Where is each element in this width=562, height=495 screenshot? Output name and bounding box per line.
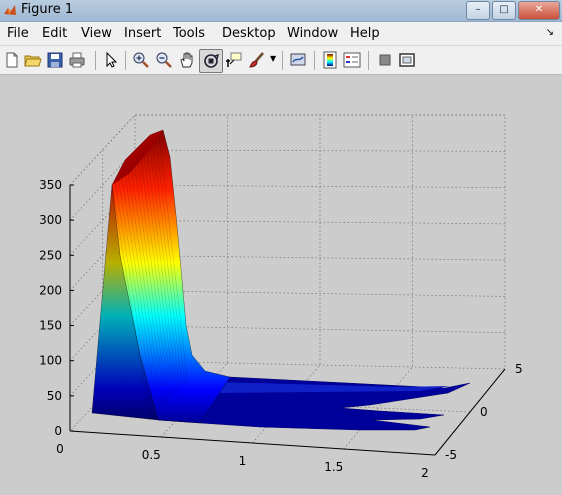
toolbar-separator bbox=[95, 51, 96, 70]
zoom-out-icon[interactable] bbox=[155, 51, 173, 69]
title-bar: Figure 1 – □ ✕ bbox=[0, 0, 562, 22]
insert-legend-icon[interactable] bbox=[343, 51, 361, 69]
minimize-button[interactable]: – bbox=[466, 1, 490, 20]
new-figure-icon[interactable] bbox=[3, 51, 21, 69]
maximize-button[interactable]: □ bbox=[492, 1, 516, 20]
y-tick-label: -5 bbox=[445, 448, 457, 462]
show-plot-tools-icon[interactable] bbox=[398, 51, 416, 69]
edit-plot-arrow-icon[interactable] bbox=[102, 51, 120, 69]
window-title: Figure 1 bbox=[21, 2, 74, 17]
x-tick-label: 0 bbox=[56, 442, 64, 456]
print-figure-icon[interactable] bbox=[68, 51, 86, 69]
menu-view[interactable]: View bbox=[81, 26, 112, 41]
menu-insert[interactable]: Insert bbox=[124, 26, 161, 41]
x-tick-label: 2 bbox=[421, 466, 429, 480]
window-controls: – □ ✕ bbox=[466, 1, 560, 20]
menu-help[interactable]: Help bbox=[350, 26, 380, 41]
matlab-logo-icon bbox=[4, 5, 16, 15]
rotate-3d-icon bbox=[204, 53, 219, 68]
z-tick-label: 350 bbox=[39, 178, 62, 192]
z-tick-label: 250 bbox=[39, 248, 62, 262]
z-tick-label: 300 bbox=[39, 213, 62, 227]
z-axis-ticks: 0 50 100 150 200 250 300 350 bbox=[39, 178, 74, 438]
menu-window[interactable]: Window bbox=[287, 26, 338, 41]
save-figure-icon[interactable] bbox=[46, 51, 64, 69]
brush-icon[interactable] bbox=[248, 51, 266, 69]
menu-bar: File Edit View Insert Tools Desktop Wind… bbox=[0, 22, 562, 46]
toolbar-separator bbox=[125, 51, 126, 70]
figure-toolbar: ▼ bbox=[0, 46, 562, 75]
y-tick-label: 5 bbox=[515, 362, 523, 376]
menu-file[interactable]: File bbox=[7, 26, 29, 41]
brush-dropdown-icon[interactable]: ▼ bbox=[270, 54, 276, 63]
zoom-in-icon[interactable] bbox=[132, 51, 150, 69]
surface bbox=[91, 129, 471, 431]
menu-tools[interactable]: Tools bbox=[173, 26, 205, 41]
open-file-icon[interactable] bbox=[24, 51, 42, 69]
insert-colorbar-icon[interactable] bbox=[321, 51, 339, 69]
toolbar-separator bbox=[282, 51, 283, 70]
menu-desktop[interactable]: Desktop bbox=[222, 26, 276, 41]
x-tick-label: 0.5 bbox=[142, 448, 161, 462]
close-button[interactable]: ✕ bbox=[518, 1, 560, 20]
toolbar-separator bbox=[368, 51, 369, 70]
link-plot-icon[interactable] bbox=[289, 51, 307, 69]
surface-plot[interactable]: 0 50 100 150 200 250 300 350 0 0.5 1 1.5 2 -5 0 5 bbox=[0, 75, 562, 492]
data-cursor-icon[interactable] bbox=[225, 51, 243, 69]
menu-edit[interactable]: Edit bbox=[42, 26, 67, 41]
y-axis-ticks: -5 0 5 bbox=[445, 362, 523, 462]
rotate-3d-button[interactable] bbox=[199, 49, 223, 73]
z-tick-label: 50 bbox=[47, 389, 62, 403]
pan-hand-icon[interactable] bbox=[178, 51, 196, 69]
z-tick-label: 200 bbox=[39, 283, 62, 297]
figure-canvas[interactable]: 0 50 100 150 200 250 300 350 0 0.5 1 1.5 2 -5 0 5 bbox=[0, 75, 562, 492]
z-tick-label: 150 bbox=[39, 319, 62, 333]
y-tick-label: 0 bbox=[480, 405, 488, 419]
x-axis-ticks: 0 0.5 1 1.5 2 bbox=[56, 442, 429, 480]
x-tick-label: 1.5 bbox=[324, 460, 343, 474]
z-tick-label: 0 bbox=[54, 424, 62, 438]
dock-arrow-icon[interactable]: ↘ bbox=[546, 27, 554, 38]
z-tick-label: 100 bbox=[39, 354, 62, 368]
hide-plot-tools-icon[interactable] bbox=[376, 51, 394, 69]
x-tick-label: 1 bbox=[239, 454, 247, 468]
toolbar-separator bbox=[314, 51, 315, 70]
